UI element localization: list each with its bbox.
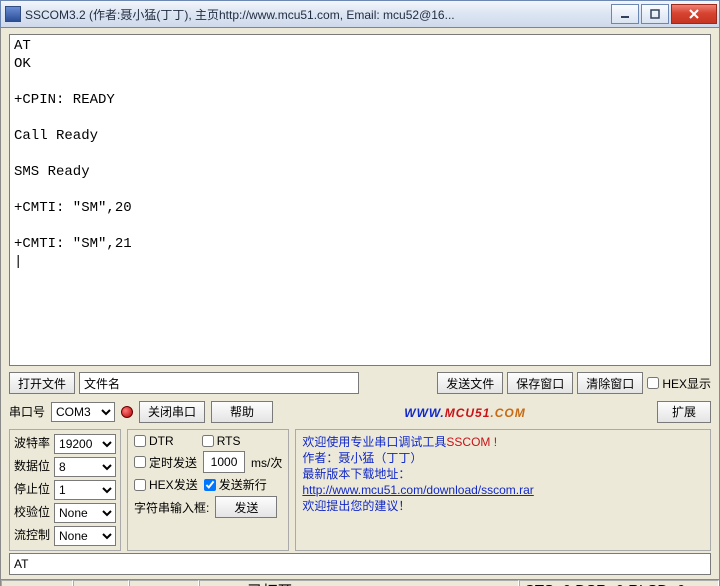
rts-checkbox-wrap[interactable]: RTS	[202, 434, 241, 448]
window-title: SSCOM3.2 (作者:聂小猛(丁丁), 主页http://www.mcu51…	[25, 6, 609, 23]
status-recv: R:88	[129, 580, 199, 586]
hex-send-label: HEX发送	[149, 476, 198, 493]
minimize-button[interactable]	[611, 4, 639, 24]
timer-send-checkbox-wrap[interactable]: 定时发送	[134, 454, 197, 471]
hex-show-checkbox-wrap[interactable]: HEX显示	[647, 375, 711, 392]
file-name-field[interactable]	[79, 372, 359, 394]
flow-label: 流控制	[14, 526, 50, 546]
dtr-checkbox[interactable]	[134, 435, 146, 447]
send-input[interactable]	[9, 553, 711, 575]
maximize-button[interactable]	[641, 4, 669, 24]
baud-select[interactable]: 19200	[54, 434, 116, 454]
rts-label: RTS	[217, 434, 241, 448]
status-lines: CTS=0 DSR=0 RLSD=0	[519, 580, 719, 586]
status-port: COM3已打开 192	[199, 580, 519, 586]
info-download-label: 最新版本下载地址：	[302, 466, 704, 482]
window-buttons	[609, 4, 717, 24]
serial-settings-group: 波特率 19200 数据位 8 停止位 1 校验位 None 流控制 None	[9, 429, 121, 551]
stopbits-label: 停止位	[14, 480, 50, 500]
rts-checkbox[interactable]	[202, 435, 214, 447]
expand-button[interactable]: 扩展	[657, 401, 711, 423]
parity-select[interactable]: None	[54, 503, 116, 523]
status-sent: S:4	[73, 580, 129, 586]
receive-textarea[interactable]: AT OK +CPIN: READY Call Ready SMS Ready …	[9, 34, 711, 366]
ms-unit-label: ms/次	[251, 454, 282, 471]
port-select[interactable]: COM3	[51, 402, 115, 422]
open-file-button[interactable]: 打开文件	[9, 372, 75, 394]
dtr-label: DTR	[149, 434, 174, 448]
stopbits-select[interactable]: 1	[54, 480, 116, 500]
info-author: 作者：聂小猛（丁丁）	[302, 450, 704, 466]
port-row: 串口号 COM3 关闭串口 帮助 WWW.MCU51.COM 扩展	[1, 398, 719, 425]
info-line1b: SSCOM !	[446, 435, 497, 449]
hex-show-label: HEX显示	[662, 375, 711, 392]
send-input-label: 字符串输入框:	[134, 499, 209, 516]
timer-send-checkbox[interactable]	[134, 456, 146, 468]
help-button[interactable]: 帮助	[211, 401, 273, 423]
databits-select[interactable]: 8	[54, 457, 116, 477]
title-bar: SSCOM3.2 (作者:聂小猛(丁丁), 主页http://www.mcu51…	[0, 0, 720, 28]
file-row: 打开文件 发送文件 保存窗口 清除窗口 HEX显示	[1, 368, 719, 398]
send-row	[1, 553, 719, 579]
send-options-group: DTR RTS 定时发送 ms/次 HEX发送 发送新行 字符串输入框: 发送	[127, 429, 289, 551]
app-icon	[5, 6, 21, 22]
record-indicator-icon[interactable]	[121, 406, 133, 418]
hex-send-checkbox[interactable]	[134, 479, 146, 491]
info-line1a: 欢迎使用专业串口调试工具	[302, 435, 446, 449]
clear-window-button[interactable]: 清除窗口	[577, 372, 643, 394]
brand-logo: WWW.MCU51.COM	[279, 400, 651, 423]
dtr-checkbox-wrap[interactable]: DTR	[134, 434, 174, 448]
info-panel: 欢迎使用专业串口调试工具SSCOM ! 作者：聂小猛（丁丁） 最新版本下载地址：…	[295, 429, 711, 551]
interval-field[interactable]	[203, 451, 245, 473]
send-file-button[interactable]: 发送文件	[437, 372, 503, 394]
close-port-button[interactable]: 关闭串口	[139, 401, 205, 423]
settings-area: 波特率 19200 数据位 8 停止位 1 校验位 None 流控制 None …	[1, 425, 719, 553]
download-link[interactable]: http://www.mcu51.com/download/sscom.rar	[302, 483, 533, 497]
status-url: w.mcu51.c	[1, 580, 73, 586]
info-suggest: 欢迎提出您的建议！	[302, 498, 704, 514]
send-newline-checkbox-wrap[interactable]: 发送新行	[204, 476, 267, 493]
hex-send-checkbox-wrap[interactable]: HEX发送	[134, 476, 198, 493]
save-window-button[interactable]: 保存窗口	[507, 372, 573, 394]
flow-select[interactable]: None	[54, 526, 116, 546]
send-newline-label: 发送新行	[219, 476, 267, 493]
send-button[interactable]: 发送	[215, 496, 277, 518]
status-bar: w.mcu51.c S:4 R:88 COM3已打开 192 CTS=0 DSR…	[1, 579, 719, 586]
databits-label: 数据位	[14, 457, 50, 477]
receive-area-wrap: AT OK +CPIN: READY Call Ready SMS Ready …	[1, 28, 719, 368]
hex-show-checkbox[interactable]	[647, 377, 659, 389]
timer-send-label: 定时发送	[149, 454, 197, 471]
close-button[interactable]	[671, 4, 717, 24]
send-newline-checkbox[interactable]	[204, 479, 216, 491]
port-label: 串口号	[9, 403, 45, 420]
client-area: AT OK +CPIN: READY Call Ready SMS Ready …	[0, 28, 720, 586]
parity-label: 校验位	[14, 503, 50, 523]
baud-label: 波特率	[14, 434, 50, 454]
